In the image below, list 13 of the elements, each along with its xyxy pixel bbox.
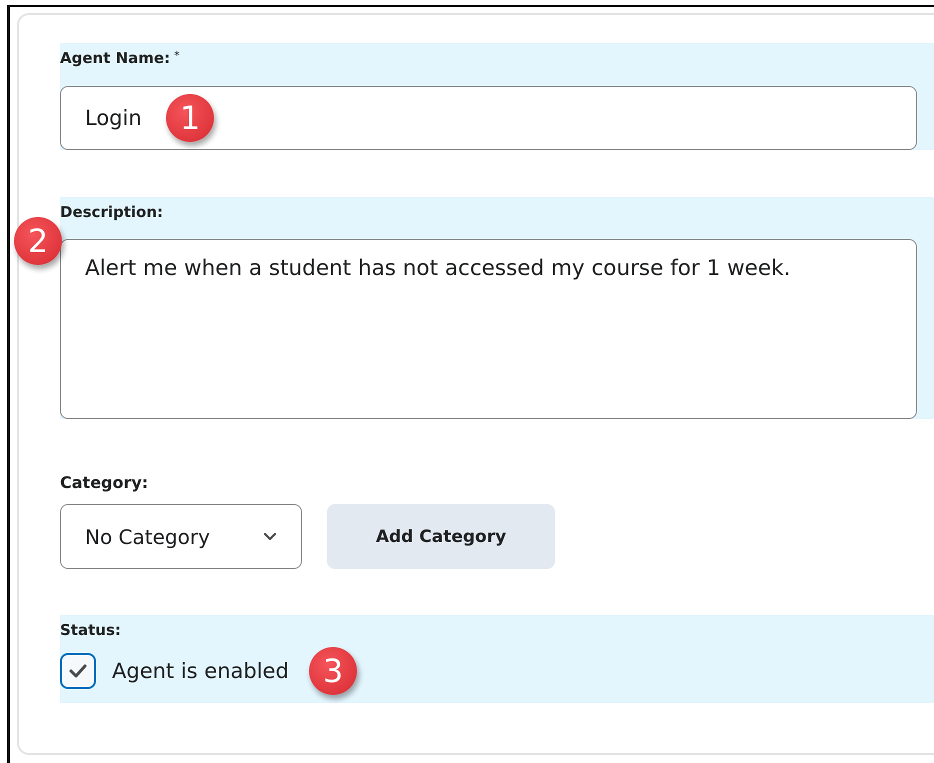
checkbox-label: Agent is enabled <box>112 659 289 683</box>
add-category-button[interactable]: Add Category <box>327 504 555 569</box>
category-dropdown[interactable]: No Category <box>60 504 302 569</box>
checkmark-icon <box>68 663 88 679</box>
required-mark: * <box>174 49 180 62</box>
field-label: Status: <box>60 621 121 639</box>
field-label: Agent Name: <box>60 49 170 67</box>
field-label: Category: <box>60 473 148 492</box>
callout-badge: 2 <box>14 217 62 265</box>
checkbox[interactable] <box>60 653 96 689</box>
description-field[interactable]: Alert me when a student has not accessed my course for 1 week. <box>60 239 917 419</box>
field-label: Description: <box>60 203 164 221</box>
chevron-down-icon <box>263 532 277 541</box>
